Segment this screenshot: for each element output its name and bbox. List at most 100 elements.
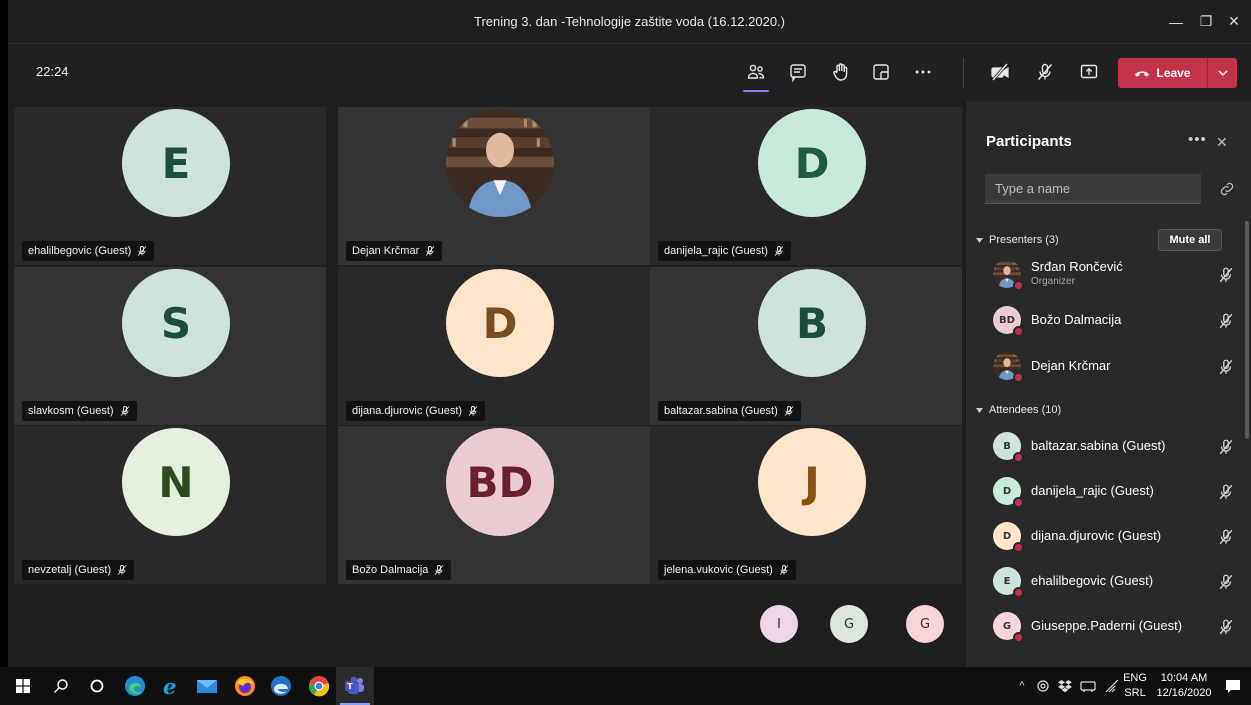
attendees-section-header[interactable]: Attendees (10) <box>976 404 1061 416</box>
mic-toggle-button[interactable] <box>1030 58 1060 86</box>
mute-participant-button[interactable] <box>1217 358 1235 376</box>
mic-off-icon <box>774 246 784 256</box>
show-hidden-icons-button[interactable]: ^ <box>1012 680 1032 692</box>
mic-off-icon <box>120 406 129 416</box>
mute-participant-button[interactable] <box>1217 438 1235 456</box>
edge-chromium-button[interactable] <box>116 667 154 705</box>
video-tile[interactable]: Ddijana.djurovic (Guest) <box>338 267 650 425</box>
participant-name: danijela_rajic (Guest) <box>1031 483 1154 498</box>
participant-row[interactable]: Ddijana.djurovic (Guest) <box>993 518 1243 556</box>
participant-role: Organizer <box>1031 276 1075 287</box>
mute-participant-button[interactable] <box>1217 483 1235 501</box>
teams-window: Trening 3. dan -Tehnologije zaštite voda… <box>8 0 1251 667</box>
chrome-button[interactable] <box>300 667 338 705</box>
participant-row[interactable]: Eehalilbegovic (Guest) <box>993 563 1243 601</box>
search-button[interactable] <box>42 667 80 705</box>
raise-hand-button[interactable] <box>825 58 855 86</box>
video-tile[interactable]: Jjelena.vukovic (Guest) <box>650 426 962 584</box>
mic-off-icon <box>1219 439 1233 455</box>
participant-row[interactable]: Srđan Rončević Organizer <box>993 256 1243 294</box>
meeting-timer: 22:24 <box>36 64 69 79</box>
panel-more-button[interactable]: ••• <box>1188 131 1207 148</box>
mail-button[interactable] <box>188 667 226 705</box>
wifi-icon[interactable] <box>1104 679 1120 693</box>
participant-row[interactable]: Dejan Krčmar <box>993 348 1243 386</box>
breakout-rooms-button[interactable] <box>866 58 896 86</box>
presence-dot <box>1013 452 1024 463</box>
clock-time: 10:04 AM <box>1160 672 1208 684</box>
participant-avatar: D <box>758 109 866 217</box>
share-content-button[interactable] <box>1074 58 1104 86</box>
copy-link-icon[interactable] <box>1218 180 1236 198</box>
video-tile[interactable]: Eehalilbegovic (Guest) <box>14 107 326 265</box>
participant-row[interactable]: G Giuseppe.Paderni (Guest) <box>993 608 1243 646</box>
edge-legacy-button[interactable] <box>262 667 300 705</box>
show-conversation-button[interactable] <box>783 58 813 86</box>
cortana-button[interactable] <box>78 667 116 705</box>
participant-avatar: J <box>758 428 866 536</box>
edge-beta-icon <box>271 676 291 696</box>
system-clock[interactable]: 10:04 AM 12/16/2020 <box>1154 671 1214 701</box>
internet-explorer-button[interactable]: e <box>152 667 190 705</box>
action-center-button[interactable] <box>1214 667 1251 705</box>
network-icon[interactable] <box>1080 679 1096 693</box>
overflow-participant-avatar[interactable]: G <box>830 605 868 643</box>
meet-now-icon[interactable] <box>1036 679 1050 693</box>
video-tile[interactable]: Dejan Krčmar <box>338 107 650 265</box>
more-actions-button[interactable] <box>908 58 938 86</box>
presenters-section-header[interactable]: Presenters (3) <box>976 234 1059 246</box>
more-icon <box>915 70 931 74</box>
firefox-button[interactable] <box>226 667 264 705</box>
video-tile[interactable]: BD Božo Dalmacija <box>338 426 650 584</box>
participant-name: ehalilbegovic (Guest) <box>28 245 132 257</box>
participant-row[interactable]: Bbaltazar.sabina (Guest) <box>993 428 1243 466</box>
participant-name: slavkosm (Guest) <box>28 405 114 417</box>
avatar-initials: BD <box>466 457 534 507</box>
participant-name: baltazar.sabina (Guest) <box>1031 438 1166 453</box>
participant-name: Božo Dalmacija <box>1031 312 1122 327</box>
participant-name: ehalilbegovic (Guest) <box>1031 573 1154 588</box>
video-stage: Eehalilbegovic (Guest) Dejan Krčmar Ddanij… <box>8 101 965 667</box>
svg-text:T: T <box>347 682 353 691</box>
video-tile[interactable]: Ddanijela_rajic (Guest) <box>650 107 962 265</box>
video-tile[interactable]: Sslavkosm (Guest) <box>14 267 326 425</box>
mute-participant-button[interactable] <box>1217 266 1235 284</box>
presence-dot <box>1013 372 1024 383</box>
participant-row[interactable]: BD Božo Dalmacija <box>993 302 1243 340</box>
participant-search-input[interactable] <box>985 174 1201 204</box>
panel-scrollbar[interactable] <box>1245 221 1249 439</box>
video-tile[interactable]: Bbaltazar.sabina (Guest) <box>650 267 962 425</box>
mute-participant-button[interactable] <box>1217 528 1235 546</box>
leave-main[interactable]: Leave <box>1118 58 1207 88</box>
mic-off-icon <box>1219 313 1233 329</box>
video-tile[interactable]: Nnevzetalj (Guest) <box>14 426 326 584</box>
input-language-indicator[interactable]: ENG SRL <box>1121 671 1149 701</box>
mute-all-button[interactable]: Mute all <box>1158 229 1222 251</box>
leave-options-button[interactable] <box>1208 58 1237 88</box>
cortana-icon <box>90 679 104 693</box>
mic-off-icon <box>468 406 478 416</box>
mute-participant-button[interactable] <box>1217 573 1235 591</box>
participant-avatar: D <box>446 269 554 377</box>
mute-participant-button[interactable] <box>1217 618 1235 636</box>
overflow-participant-avatar[interactable]: I <box>760 605 798 643</box>
show-participants-button[interactable] <box>741 58 771 92</box>
keyboard-layout: SRL <box>1124 687 1146 699</box>
leave-button[interactable]: Leave <box>1118 58 1237 88</box>
close-window-button[interactable]: ✕ <box>1216 0 1251 43</box>
overflow-participant-avatar[interactable]: G <box>906 605 944 643</box>
participant-row[interactable]: Ddanijela_rajic (Guest) <box>993 473 1243 511</box>
participant-name: jelena.vukovic (Guest) <box>664 564 773 576</box>
chevron-down-icon <box>1218 70 1227 76</box>
dropbox-icon[interactable] <box>1058 679 1072 693</box>
start-button[interactable] <box>4 667 42 705</box>
raise-hand-icon <box>833 63 848 81</box>
attendees-label: Attendees (10) <box>989 404 1062 416</box>
camera-toggle-button[interactable] <box>985 58 1015 86</box>
panel-close-button[interactable]: ✕ <box>1216 134 1228 151</box>
participant-name: Božo Dalmacija <box>352 564 429 576</box>
mute-participant-button[interactable] <box>1217 312 1235 330</box>
teams-taskbar-button[interactable]: T <box>336 667 374 705</box>
mic-off-icon <box>1219 574 1233 590</box>
leave-label: Leave <box>1156 66 1191 80</box>
